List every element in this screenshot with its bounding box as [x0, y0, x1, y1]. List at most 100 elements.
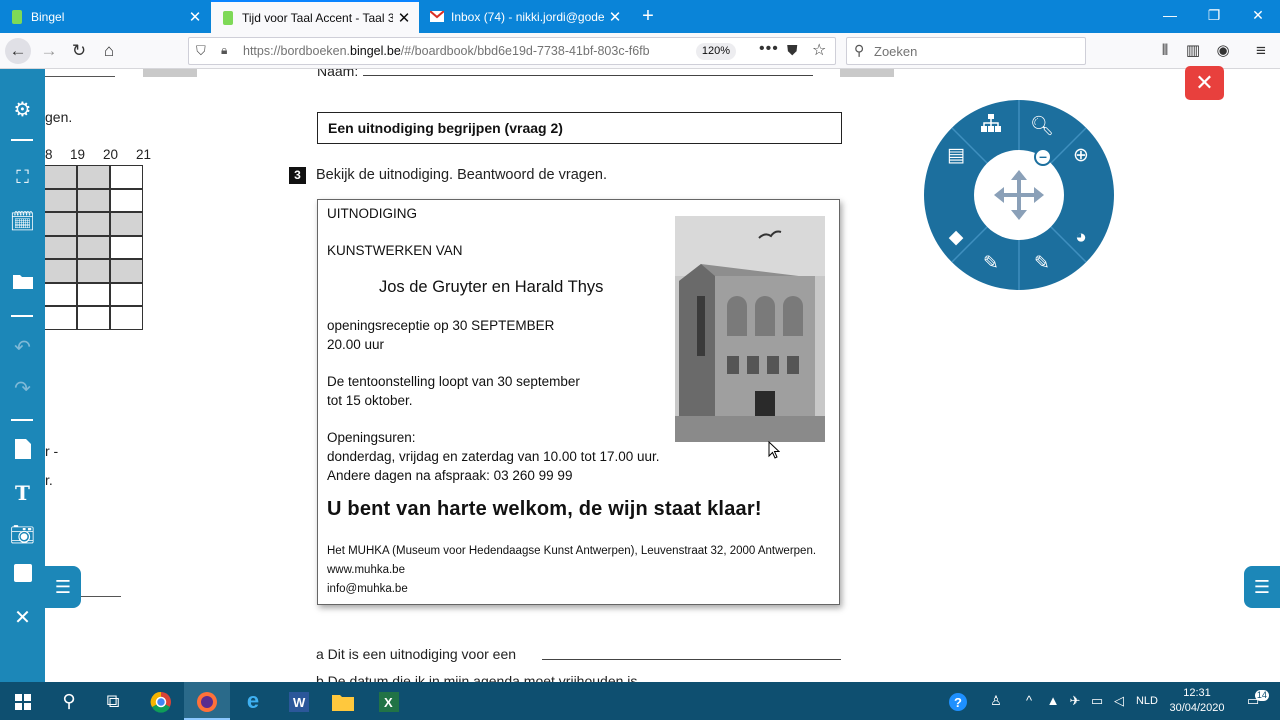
firefox-icon[interactable] [184, 682, 230, 720]
hide-icon[interactable]: ◕ [1067, 224, 1095, 252]
right-panel-toggle-icon[interactable]: ☰ [1244, 566, 1280, 608]
move-handle[interactable] [974, 150, 1064, 240]
zoom-out-icon[interactable]: 🔍︎ [1028, 113, 1056, 141]
clock[interactable]: 12:31 30/04/2020 [1160, 686, 1234, 716]
menu-icon[interactable]: ≡ [1248, 38, 1274, 64]
calendar-clock-icon[interactable]: 🗓︎ [0, 209, 45, 234]
tray-app-icon[interactable]: ▲ [1042, 682, 1064, 720]
fullscreen-icon[interactable]: ⛶ [0, 167, 45, 188]
battery-icon[interactable]: ▭ [1086, 682, 1108, 720]
minimize-window-button[interactable]: — [1148, 0, 1192, 33]
bingel-favicon-icon [10, 9, 24, 24]
clock-time: 12:31 [1183, 687, 1211, 699]
file-explorer-icon[interactable] [320, 682, 366, 720]
zoom-minus-badge[interactable]: – [1034, 148, 1052, 166]
grid-cell [45, 212, 77, 236]
notifications-icon[interactable]: ▭ 14 [1238, 682, 1269, 720]
forward-button[interactable]: → [36, 38, 62, 64]
section-title: Een uitnodiging begrijpen (vraag 2) [317, 112, 842, 144]
network-icon[interactable]: ✈ [1064, 682, 1086, 720]
invitation-exhibit-line: tot 15 oktober. [327, 393, 413, 408]
answer-line [81, 596, 121, 597]
camera-icon[interactable]: 📷︎ [0, 522, 45, 547]
pocket-icon[interactable]: ⛊ [787, 42, 798, 59]
bingel-favicon-icon [221, 10, 235, 25]
excel-icon[interactable]: X [366, 682, 412, 720]
folder-icon[interactable] [0, 272, 45, 295]
search-icon[interactable]: ⚲ [46, 682, 92, 720]
redo-icon[interactable]: ↷ [0, 376, 45, 401]
invitation-reception-line: openingsreceptie op 30 SEPTEMBER [327, 318, 555, 333]
chrome-icon[interactable] [138, 682, 184, 720]
grid-cell [110, 306, 143, 330]
reload-button[interactable]: ↻ [66, 38, 92, 64]
eraser-icon[interactable]: ◆ [942, 224, 970, 252]
home-button[interactable]: ⌂ [96, 38, 122, 64]
people-icon[interactable]: ♙ [982, 682, 1010, 720]
museum-building-photo [675, 216, 825, 442]
pen-icon[interactable]: ✎ [977, 250, 1005, 278]
grid-cell [77, 188, 110, 212]
tool-sidebar: ⚙ ⛶ 🗓︎ ↶ ↷ T 📷︎ ✕ [0, 69, 45, 682]
url-text[interactable]: https://bordboeken.bingel.be/#/boardbook… [243, 44, 683, 58]
invitation-subheading: KUNSTWERKEN VAN [327, 243, 463, 258]
left-panel-toggle-icon[interactable]: ☰ [45, 566, 81, 608]
svg-text:?: ? [954, 695, 962, 710]
grid-cell [77, 259, 110, 283]
close-window-button[interactable]: ✕ [1236, 0, 1280, 33]
tab-tijd-voor-taal[interactable]: Tijd voor Taal Accent - Taal 3 ✕ [211, 0, 419, 33]
search-input[interactable]: ⚲ Zoeken [846, 37, 1086, 65]
grid-cell [110, 235, 143, 259]
zoom-in-icon[interactable]: ⊕ [1067, 142, 1095, 170]
close-tab-icon[interactable]: ✕ [604, 8, 626, 26]
left-text-fragment: r. [45, 472, 53, 488]
left-text-fragment: r - [45, 443, 59, 459]
help-icon[interactable]: ? [944, 682, 972, 720]
notification-count: 14 [1254, 690, 1269, 701]
document-icon[interactable] [0, 439, 45, 465]
highlighter-icon[interactable]: ✎ [1028, 250, 1056, 278]
show-hidden-icons-icon[interactable]: ^ [1018, 682, 1040, 720]
shield-icon[interactable]: ⛉ [196, 43, 206, 59]
grid-cell [110, 212, 143, 236]
volume-icon[interactable]: ◁ [1108, 682, 1130, 720]
tab-gmail-inbox[interactable]: Inbox (74) - nikki.jordi@godep ✕ [420, 0, 630, 33]
invitation-card: UITNODIGING KUNSTWERKEN VAN Jos de Gruyt… [317, 199, 840, 605]
task-view-icon[interactable]: ⧉ [90, 682, 136, 720]
question-b: b De datum die ik in mijn agenda moet vr… [316, 673, 638, 682]
close-tab-icon[interactable]: ✕ [393, 9, 415, 27]
windows-start-icon[interactable] [0, 682, 46, 720]
grid-cell [45, 259, 77, 283]
word-icon[interactable]: W [276, 682, 322, 720]
lock-icon[interactable]: 🔒︎ [221, 43, 227, 58]
page-actions-icon[interactable]: ••• [759, 40, 779, 58]
search-icon: ⚲ [854, 42, 865, 58]
language-indicator[interactable]: NLD [1132, 682, 1162, 720]
search-placeholder: Zoeken [874, 44, 918, 59]
close-button[interactable]: ✕ [1185, 66, 1224, 100]
undo-icon[interactable]: ↶ [0, 335, 45, 360]
reveal-answers-icon[interactable]: ▤ [942, 142, 970, 170]
library-icon[interactable]: ⫴ [1152, 38, 1178, 64]
grid-cell [110, 259, 143, 283]
text-tool-icon[interactable]: T [0, 481, 45, 505]
back-button[interactable]: ← [5, 38, 31, 64]
answer-line [45, 76, 115, 77]
tab-bingel[interactable]: Bingel ✕ [0, 0, 210, 33]
maximize-window-button[interactable]: ❐ [1192, 0, 1236, 33]
grid-cell [77, 282, 110, 306]
zoom-level-badge[interactable]: 120% [696, 43, 736, 60]
account-icon[interactable]: ◉ [1210, 38, 1236, 64]
hierarchy-icon[interactable] [977, 113, 1005, 141]
tools-icon[interactable]: ✕ [0, 605, 45, 630]
bookmark-star-icon[interactable]: ☆ [812, 40, 826, 60]
settings-gear-icon[interactable]: ⚙ [0, 97, 45, 122]
new-tab-button[interactable]: + [636, 4, 660, 28]
whiteboard-icon[interactable] [0, 564, 45, 588]
close-tab-icon[interactable]: ✕ [184, 8, 206, 26]
grid-cell [77, 306, 110, 330]
address-bar[interactable]: ⛉ 🔒︎ https://bordboeken.bingel.be/#/boar… [188, 37, 836, 65]
grid-cell [45, 306, 77, 330]
sidebar-toggle-icon[interactable]: ▥ [1180, 38, 1206, 64]
internet-explorer-icon[interactable]: e [230, 682, 276, 720]
